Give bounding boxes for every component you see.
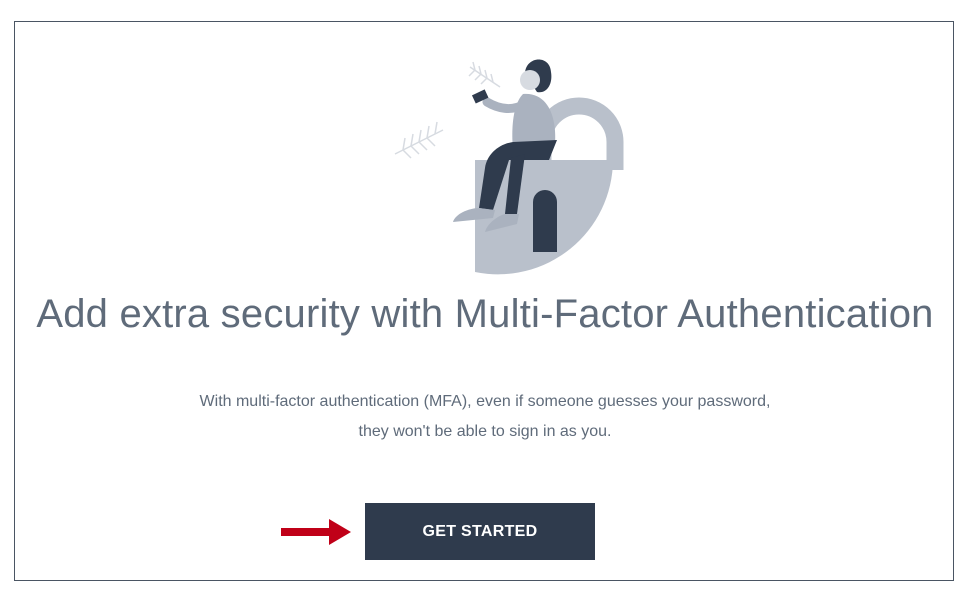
- description-line-2: they won't be able to sign in as you.: [358, 423, 612, 440]
- page-title: Add extra security with Multi-Factor Aut…: [36, 292, 934, 336]
- red-arrow-icon: [281, 519, 351, 545]
- description: With multi-factor authentication (MFA), …: [15, 387, 955, 447]
- person-on-padlock-illustration: [394, 59, 624, 275]
- mfa-setup-panel: Add extra security with Multi-Factor Aut…: [14, 21, 954, 581]
- get-started-button[interactable]: GET STARTED: [365, 503, 595, 560]
- description-line-1: With multi-factor authentication (MFA), …: [199, 393, 771, 410]
- leaf-decoration-icon: [394, 61, 501, 159]
